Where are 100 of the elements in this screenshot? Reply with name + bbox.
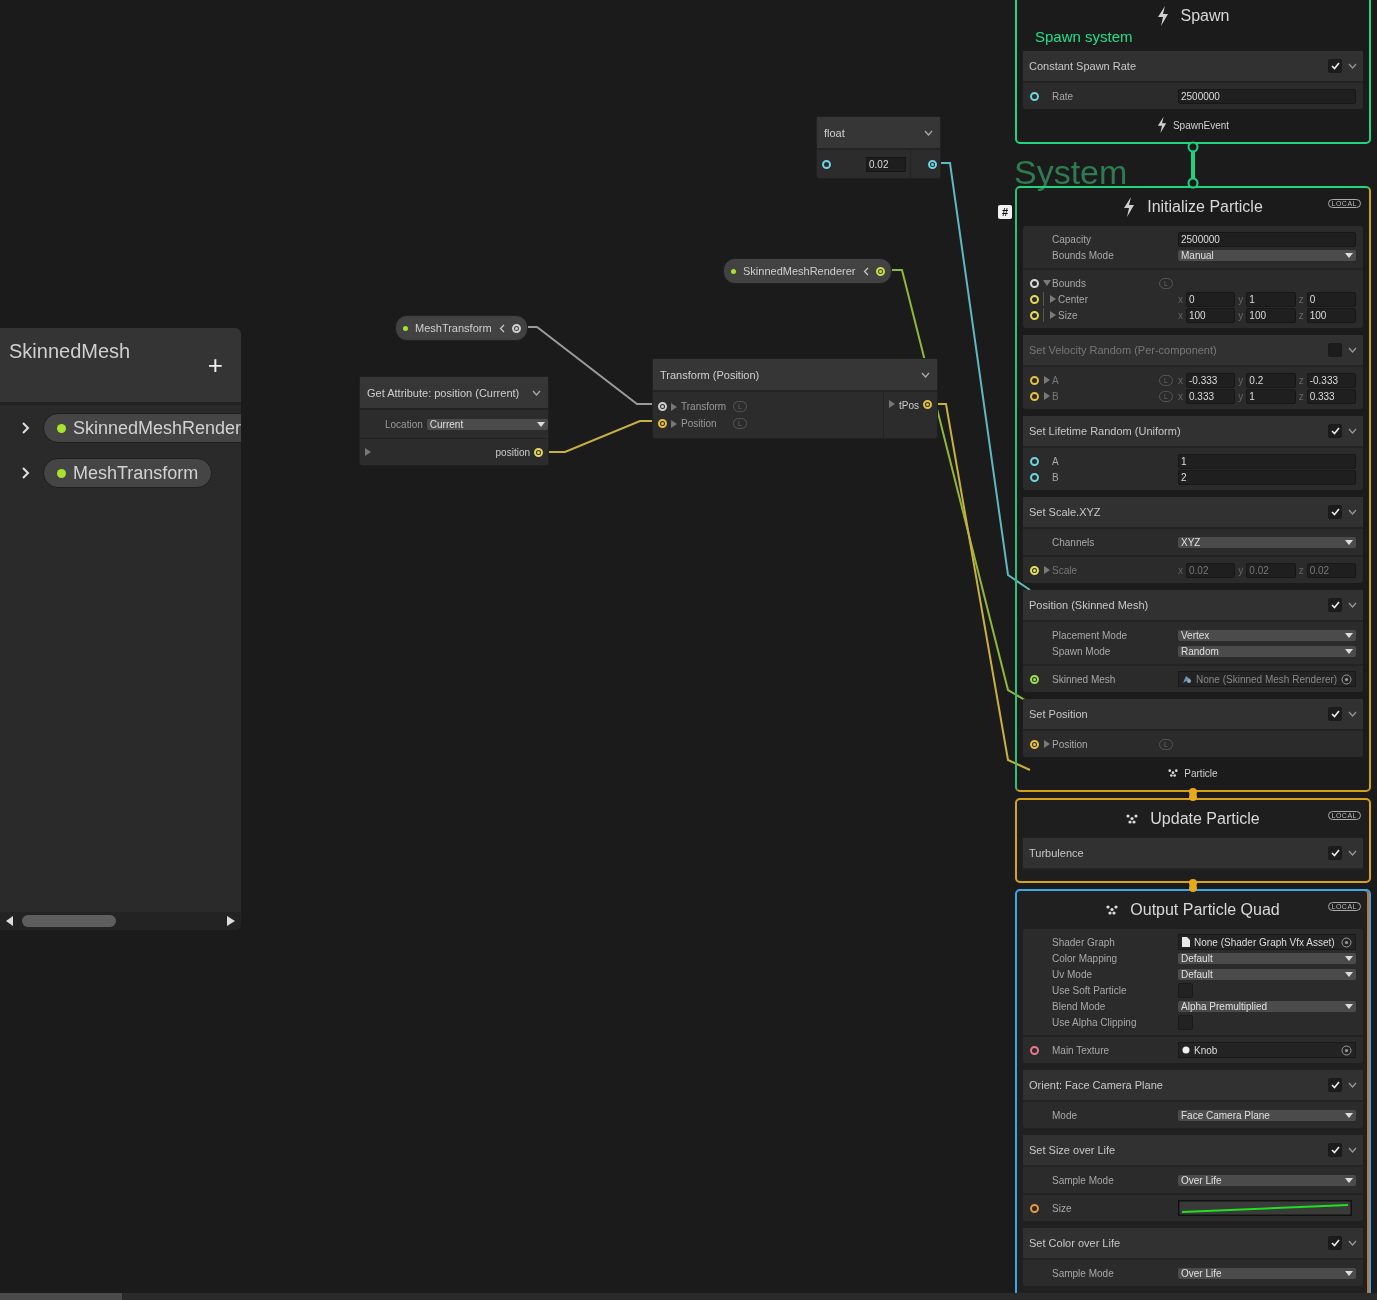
- port[interactable]: [822, 159, 831, 169]
- value-field[interactable]: 1: [1246, 388, 1296, 404]
- expand-icon[interactable]: [889, 400, 895, 408]
- chevron-icon[interactable]: [532, 389, 541, 396]
- value-field[interactable]: 0.02: [1186, 562, 1236, 578]
- value-field[interactable]: 0.02: [866, 156, 906, 172]
- port[interactable]: [1029, 1045, 1039, 1055]
- float-node[interactable]: float 0.02: [816, 116, 941, 179]
- value-field[interactable]: -0.333: [1306, 372, 1356, 388]
- chevron-icon[interactable]: [1348, 1147, 1357, 1153]
- value-field[interactable]: 100: [1306, 307, 1356, 323]
- port[interactable]: [1029, 391, 1039, 401]
- chevron-icon[interactable]: [1348, 1240, 1357, 1246]
- target-icon[interactable]: [1341, 936, 1352, 948]
- enable-checkbox[interactable]: [1328, 1236, 1342, 1250]
- value-field[interactable]: 0.2: [1246, 372, 1296, 388]
- chevron-icon[interactable]: [1348, 428, 1357, 434]
- dropdown[interactable]: Current: [426, 418, 548, 430]
- value-field[interactable]: 0: [1306, 291, 1356, 307]
- value-field[interactable]: 2500000: [1178, 231, 1356, 247]
- enable-checkbox[interactable]: [1328, 424, 1342, 438]
- expand-icon[interactable]: [1048, 295, 1057, 303]
- value-field[interactable]: 0.02: [1246, 562, 1296, 578]
- target-icon[interactable]: [1341, 1044, 1352, 1056]
- port[interactable]: [1029, 472, 1039, 482]
- value-field[interactable]: 1: [1246, 291, 1296, 307]
- chevron-icon[interactable]: [862, 266, 869, 276]
- property-node[interactable]: SkinnedMeshRenderer: [723, 258, 892, 284]
- port[interactable]: [1029, 375, 1039, 385]
- chevron-icon[interactable]: [1348, 63, 1357, 69]
- enable-checkbox[interactable]: [1328, 707, 1342, 721]
- value-field[interactable]: 0.02: [1306, 562, 1356, 578]
- dropdown[interactable]: Over Life: [1178, 1267, 1356, 1279]
- port[interactable]: [1029, 674, 1039, 684]
- chevron-icon[interactable]: [921, 371, 930, 378]
- target-icon[interactable]: [1341, 673, 1353, 685]
- operator-node[interactable]: Get Attribute: position (Current) Location Current position: [359, 376, 549, 466]
- expand-icon[interactable]: [1042, 376, 1051, 384]
- chevron-icon[interactable]: [1348, 602, 1357, 608]
- value-field[interactable]: 1: [1178, 453, 1356, 469]
- dropdown[interactable]: Face Camera Plane: [1178, 1109, 1356, 1121]
- port[interactable]: [1029, 456, 1039, 466]
- object-field[interactable]: None (Skinned Mesh Renderer): [1178, 671, 1357, 687]
- expand-icon[interactable]: [365, 448, 371, 456]
- expand-icon[interactable]: [1042, 740, 1051, 748]
- dropdown[interactable]: Default: [1178, 952, 1356, 964]
- port[interactable]: [658, 402, 667, 411]
- property-pill[interactable]: SkinnedMeshRender: [43, 413, 241, 443]
- enable-checkbox[interactable]: [1328, 846, 1342, 860]
- scroll-left-icon[interactable]: [6, 916, 14, 926]
- value-field[interactable]: -0.333: [1186, 372, 1236, 388]
- value-field[interactable]: 2: [1178, 469, 1356, 485]
- chevron-icon[interactable]: [1348, 347, 1357, 353]
- value-field[interactable]: 100: [1246, 307, 1296, 323]
- chevron-icon[interactable]: [924, 129, 933, 136]
- port[interactable]: [534, 447, 543, 457]
- port[interactable]: [1029, 310, 1039, 320]
- chevron-icon[interactable]: [1348, 711, 1357, 717]
- value-field[interactable]: 0.333: [1186, 388, 1236, 404]
- port[interactable]: [928, 159, 937, 169]
- property-pill[interactable]: MeshTransform: [43, 458, 213, 488]
- expand-icon[interactable]: [1042, 566, 1051, 574]
- value-field[interactable]: 0.333: [1306, 388, 1356, 404]
- dropdown[interactable]: Manual: [1178, 249, 1356, 261]
- port[interactable]: [511, 323, 521, 333]
- chevron-icon[interactable]: [1348, 509, 1357, 515]
- enable-checkbox[interactable]: [1328, 1143, 1342, 1157]
- curve-preview[interactable]: [1178, 1200, 1352, 1216]
- horizontal-scrollbar[interactable]: [0, 912, 241, 930]
- horizontal-scrollbar[interactable]: [0, 1293, 1377, 1300]
- chevron-icon[interactable]: [1348, 1082, 1357, 1088]
- enable-checkbox[interactable]: [1328, 59, 1342, 73]
- enable-checkbox[interactable]: [1328, 598, 1342, 612]
- port[interactable]: [875, 266, 885, 276]
- property-node[interactable]: MeshTransform: [395, 315, 528, 341]
- expand-icon[interactable]: [1042, 392, 1051, 400]
- dropdown[interactable]: Default: [1178, 968, 1356, 980]
- port[interactable]: [1029, 1203, 1039, 1213]
- chevron-icon[interactable]: [498, 323, 505, 333]
- chevron-icon[interactable]: [1348, 850, 1357, 856]
- port[interactable]: [923, 400, 932, 409]
- sticky-marker[interactable]: #: [998, 205, 1012, 219]
- value-field[interactable]: 2500000: [1178, 88, 1356, 104]
- value-field[interactable]: 0: [1186, 291, 1236, 307]
- dropdown[interactable]: XYZ: [1178, 536, 1356, 548]
- dropdown[interactable]: Vertex: [1178, 629, 1356, 641]
- object-field[interactable]: None (Shader Graph Vfx Asset): [1178, 934, 1356, 950]
- port[interactable]: [1029, 91, 1039, 101]
- port[interactable]: [1029, 294, 1039, 304]
- object-field[interactable]: Knob: [1178, 1042, 1356, 1058]
- enable-checkbox[interactable]: [1328, 1078, 1342, 1092]
- scroll-right-icon[interactable]: [227, 916, 235, 926]
- add-button[interactable]: +: [207, 352, 223, 378]
- expand-icon[interactable]: [1042, 279, 1051, 287]
- value-field[interactable]: 100: [1186, 307, 1236, 323]
- dropdown[interactable]: Random: [1178, 645, 1356, 657]
- enable-checkbox[interactable]: [1328, 505, 1342, 519]
- port[interactable]: [658, 419, 667, 428]
- dropdown[interactable]: Alpha Premultiplied: [1178, 1000, 1356, 1012]
- port[interactable]: [1029, 739, 1039, 749]
